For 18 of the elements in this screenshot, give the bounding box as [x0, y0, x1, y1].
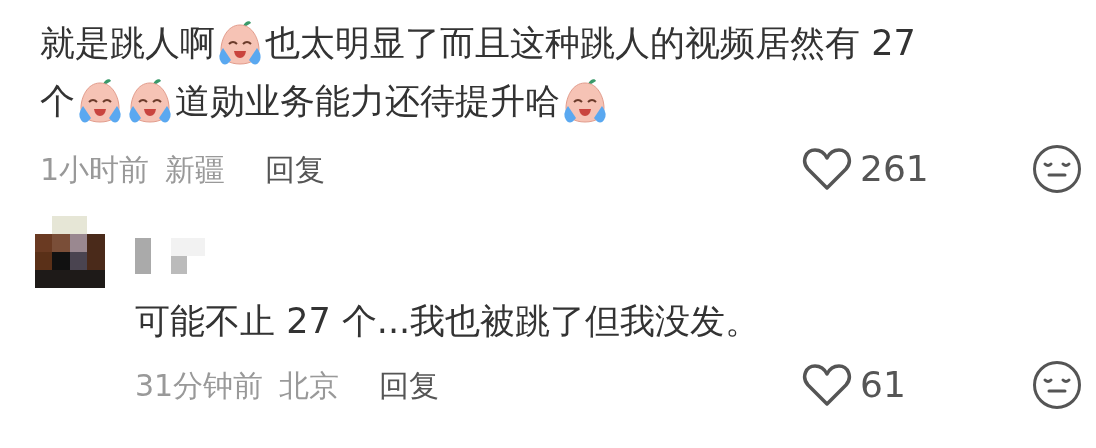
- reply-link[interactable]: 回复: [249, 146, 326, 192]
- location: 北京: [279, 366, 340, 405]
- location: 新疆: [165, 150, 226, 189]
- dislike-face-icon[interactable]: [1032, 144, 1082, 194]
- comment-text: 就是跳人啊: [40, 22, 215, 65]
- heart-icon[interactable]: [802, 147, 852, 191]
- like-count: 261: [860, 147, 929, 191]
- comment-text: 道勋业务能力还待提升哈: [175, 80, 560, 123]
- reply-link[interactable]: 回复: [363, 362, 440, 408]
- timestamp: 1小时前: [40, 150, 150, 189]
- comment-text: 也太明显了而且这种跳人的视频居然有 27: [265, 22, 916, 65]
- comment-text: 个: [40, 80, 75, 123]
- timestamp: 31分钟前: [135, 366, 264, 405]
- dislike-face-icon[interactable]: [1032, 360, 1082, 410]
- reply-text: 可能不止 27 个...我也被跳了但我没发。: [135, 300, 762, 343]
- like-count: 61: [860, 363, 906, 407]
- redacted-username: [135, 238, 205, 274]
- heart-icon[interactable]: [802, 363, 852, 407]
